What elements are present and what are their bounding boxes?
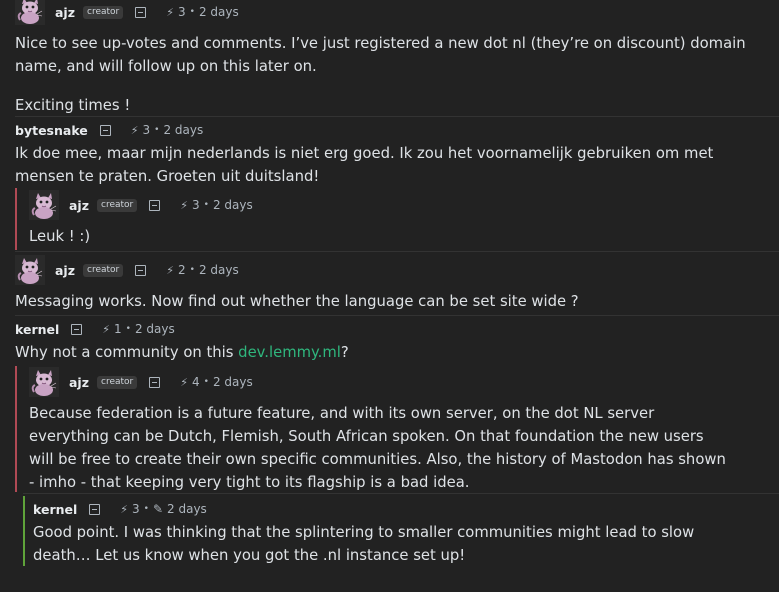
vote-score: 3 xyxy=(142,123,151,137)
comment-meta: ⚡︎ 2 • 2 days xyxy=(166,263,239,277)
comment-author[interactable]: bytesnake xyxy=(15,123,88,138)
comment-author[interactable]: ajz xyxy=(69,198,89,213)
collapse-icon[interactable] xyxy=(89,503,101,515)
comment-age[interactable]: 2 days xyxy=(213,375,253,389)
comment-body: Messaging works. Now find out whether th… xyxy=(15,293,579,310)
thread-indent-bar xyxy=(15,188,17,250)
comment-meta: ⚡︎ 3 • 2 days xyxy=(166,5,239,19)
comment-body: Leuk ! :) xyxy=(29,228,91,245)
comment: ajz creator ⚡︎ 3 • 2 days Leuk ! :) xyxy=(29,193,779,248)
creator-badge: creator xyxy=(97,375,138,389)
vote-score: 4 xyxy=(191,375,200,389)
collapse-icon[interactable] xyxy=(135,264,147,276)
creator-badge: creator xyxy=(83,5,124,19)
creator-badge: creator xyxy=(83,263,124,277)
vote-score: 1 xyxy=(114,322,122,336)
comment-meta: ⚡︎ 1 • 2 days xyxy=(102,322,175,336)
comment-age[interactable]: 2 days xyxy=(213,198,253,212)
comment-meta: ⚡︎ 4 • 2 days xyxy=(180,375,253,389)
comment-thread: ajz creator ⚡︎ 3 • 2 days Nice to see up… xyxy=(0,0,779,592)
creator-badge: creator xyxy=(97,198,138,212)
divider xyxy=(15,315,779,316)
comment-age[interactable]: 2 days xyxy=(199,5,239,19)
collapse-icon[interactable] xyxy=(149,199,161,211)
user-avatar[interactable] xyxy=(29,367,59,397)
comment-body: Because federation is a future feature, … xyxy=(29,405,726,491)
comment-author[interactable]: kernel xyxy=(15,322,59,337)
comment: ajz creator ⚡︎ 2 • 2 days Messaging work… xyxy=(15,258,779,313)
community-link[interactable]: dev.lemmy.ml xyxy=(238,344,341,361)
user-avatar[interactable] xyxy=(29,190,59,220)
comment-age[interactable]: 2 days xyxy=(163,123,203,137)
comment-meta: ⚡︎ 3 • ✎ 2 days xyxy=(120,502,207,516)
bolt-icon: ⚡︎ xyxy=(166,5,174,19)
vote-score: 3 xyxy=(191,198,200,212)
comment-body: Good point. I was thinking that the spli… xyxy=(33,524,695,564)
user-avatar[interactable] xyxy=(15,0,45,25)
bolt-icon: ⚡︎ xyxy=(180,198,188,212)
comment-meta: ⚡︎ 3 • 2 days xyxy=(180,198,253,212)
bolt-icon: ⚡︎ xyxy=(166,263,174,277)
collapse-icon[interactable] xyxy=(71,323,83,335)
comment-body: Ik doe mee, maar mijn nederlands is niet… xyxy=(15,145,714,185)
comment-age[interactable]: 2 days xyxy=(135,322,175,336)
bolt-icon: ⚡︎ xyxy=(120,502,129,516)
comment-author[interactable]: ajz xyxy=(55,263,75,278)
comment: ajz creator ⚡︎ 4 • 2 days Because federa… xyxy=(29,370,779,494)
divider xyxy=(15,116,779,117)
collapse-icon[interactable] xyxy=(99,124,111,136)
comment-meta: ⚡︎ 3 • 2 days xyxy=(130,123,204,137)
comment: kernel ⚡︎ 3 • ✎ 2 days Good point. I was… xyxy=(33,497,779,567)
divider xyxy=(15,251,779,252)
comment-body: Nice to see up-votes and comments. I’ve … xyxy=(15,35,746,114)
comment-age[interactable]: 2 days xyxy=(199,263,239,277)
comment-age[interactable]: 2 days xyxy=(167,502,207,516)
comment: kernel ⚡︎ 1 • 2 days Why not a community… xyxy=(15,317,779,364)
vote-score: 2 xyxy=(177,263,186,277)
vote-score: 3 xyxy=(177,5,186,19)
thread-indent-bar xyxy=(23,496,25,566)
divider xyxy=(23,493,779,494)
collapse-icon[interactable] xyxy=(149,376,161,388)
bolt-icon: ⚡︎ xyxy=(130,123,139,137)
comment: bytesnake ⚡︎ 3 • 2 days Ik doe mee, maar… xyxy=(15,118,779,188)
comment-body: Why not a community on this dev.lemmy.ml… xyxy=(15,344,349,361)
collapse-icon[interactable] xyxy=(135,6,147,18)
pencil-icon: ✎ xyxy=(152,502,164,516)
bolt-icon: ⚡︎ xyxy=(180,375,188,389)
user-avatar[interactable] xyxy=(15,255,45,285)
vote-score: 3 xyxy=(132,502,140,516)
comment-author[interactable]: kernel xyxy=(33,502,77,517)
bolt-icon: ⚡︎ xyxy=(102,322,111,336)
comment: ajz creator ⚡︎ 3 • 2 days Nice to see up… xyxy=(15,0,779,117)
thread-indent-bar xyxy=(15,366,17,492)
comment-author[interactable]: ajz xyxy=(69,375,89,390)
comment-author[interactable]: ajz xyxy=(55,5,75,20)
